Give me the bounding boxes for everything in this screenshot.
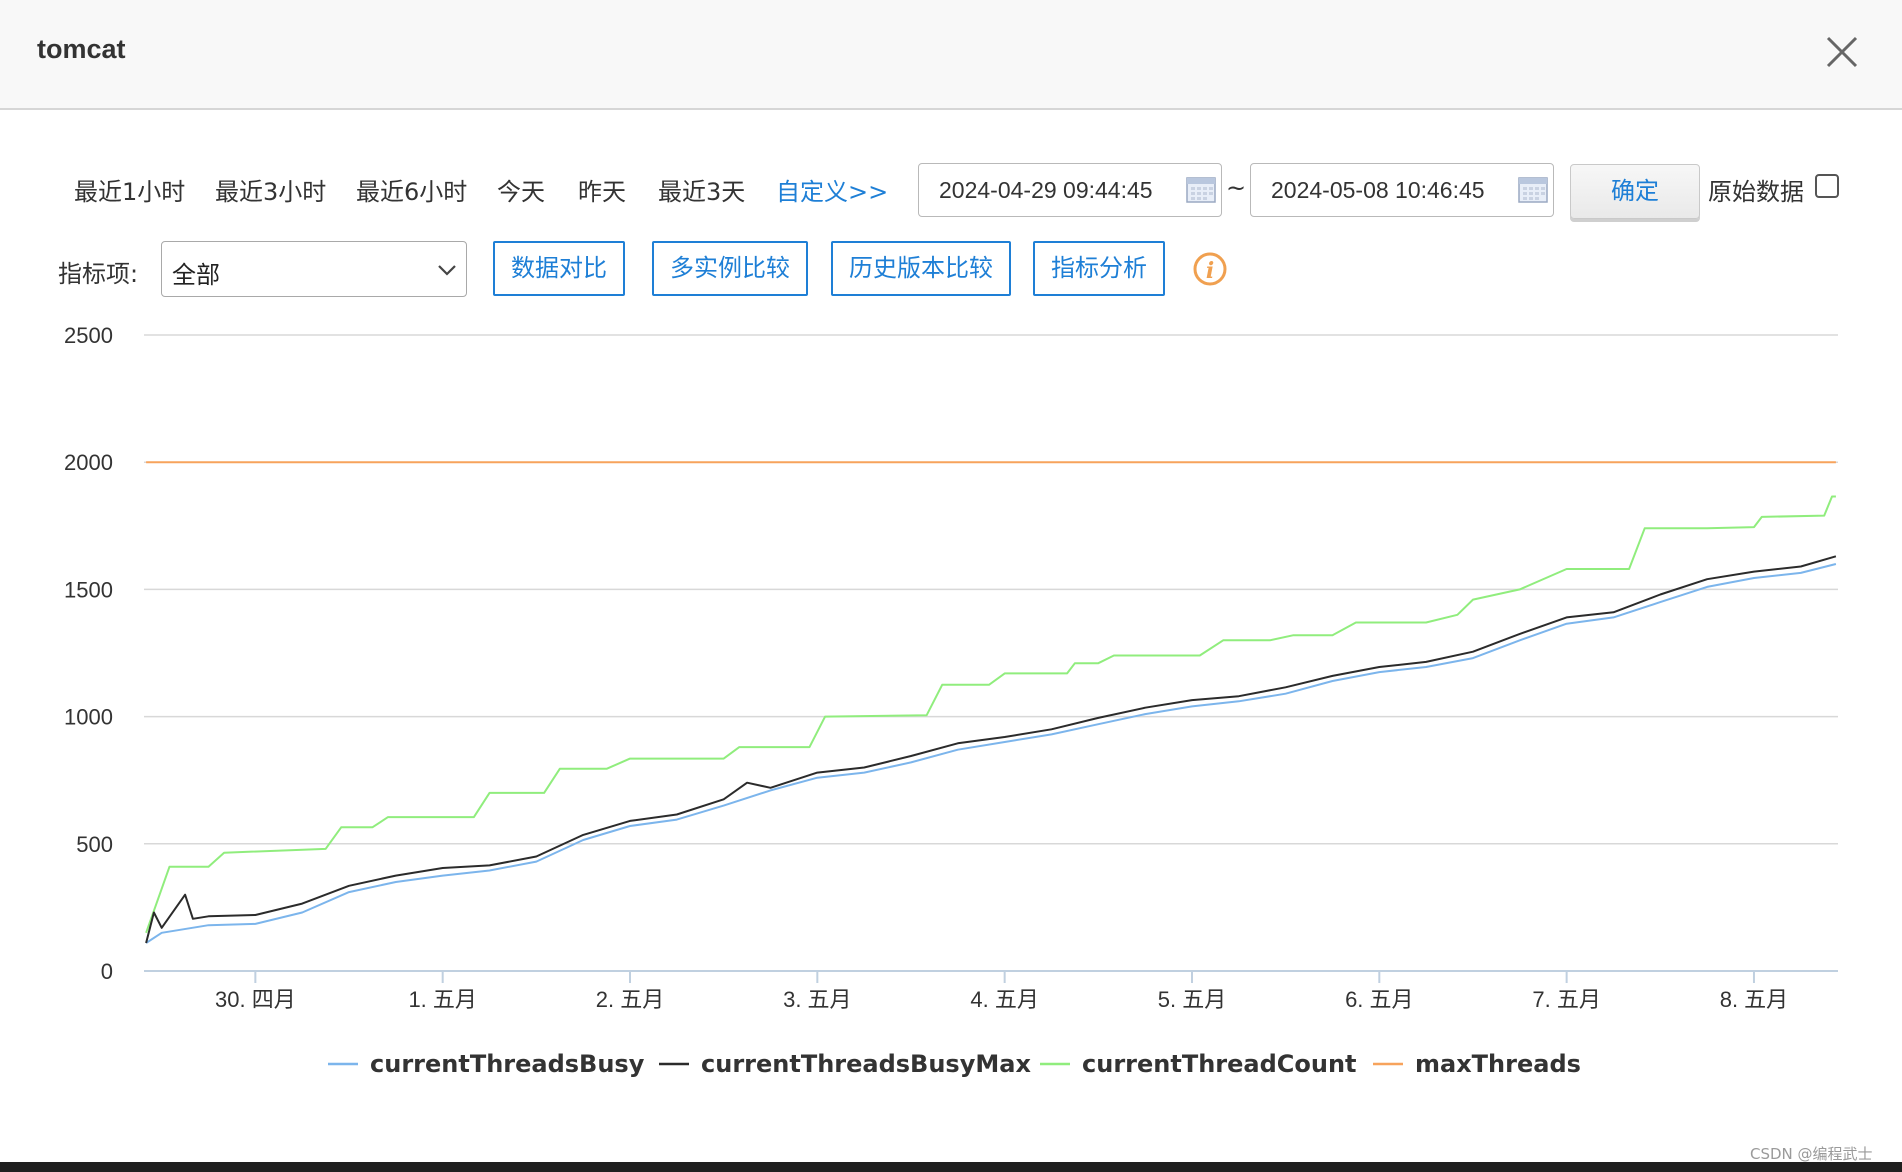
metric-label: 指标项: — [58, 260, 139, 288]
svg-text:i: i — [1206, 258, 1214, 284]
x-tick-label: 6. 五月 — [1345, 987, 1413, 1012]
start-time-value: 2024-04-29 09:44:45 — [939, 177, 1153, 203]
range-custom-link[interactable]: 自定义>> — [776, 172, 888, 207]
x-tick-label: 2. 五月 — [596, 987, 664, 1012]
calendar-icon[interactable] — [1185, 174, 1217, 204]
confirm-button[interactable]: 确定 — [1570, 164, 1700, 219]
y-tick-label: 500 — [76, 832, 113, 857]
info-icon[interactable]: i — [1192, 251, 1228, 287]
series-line-currentThreadCount — [145, 495, 1836, 934]
end-time-value: 2024-05-08 10:46:45 — [1271, 177, 1485, 203]
data-compare-button[interactable]: 数据对比 — [493, 241, 625, 296]
end-time-input[interactable]: 2024-05-08 10:46:45 — [1250, 163, 1554, 217]
range-last-1h[interactable]: 最近1小时 — [74, 172, 185, 207]
metric-analysis-button[interactable]: 指标分析 — [1033, 241, 1165, 296]
y-tick-label: 0 — [101, 959, 113, 984]
calendar-icon[interactable] — [1517, 174, 1549, 204]
range-last-3h[interactable]: 最近3小时 — [215, 172, 326, 207]
chevron-down-icon — [438, 265, 456, 276]
close-icon[interactable] — [1822, 32, 1862, 72]
range-last-3d[interactable]: 最近3天 — [658, 172, 745, 207]
series-line-currentThreadsBusy — [145, 563, 1837, 944]
y-tick-label: 1000 — [64, 705, 113, 730]
legend-item-currentThreadsBusy: currentThreadsBusy — [370, 1050, 645, 1078]
dialog-title: tomcat — [37, 34, 126, 64]
threads-chart: 0 500 1000 1500 2000 2500 30. 四月 1. 五月 2. 五月 3. 五… — [64, 323, 1838, 1078]
x-tick-label: 5. 五月 — [1158, 987, 1226, 1012]
metric-select-value: 全部 — [172, 261, 220, 289]
legend-item-currentThreadCount: currentThreadCount — [1082, 1050, 1357, 1078]
start-time-input[interactable]: 2024-04-29 09:44:45 — [918, 163, 1222, 217]
range-today[interactable]: 今天 — [497, 172, 545, 207]
x-tick-label: 8. 五月 — [1720, 987, 1788, 1012]
watermark: CSDN @编程武士 — [1750, 1145, 1873, 1162]
legend-item-maxThreads: maxThreads — [1415, 1050, 1581, 1078]
y-tick-label: 1500 — [64, 577, 113, 602]
y-tick-label: 2000 — [64, 450, 113, 475]
x-tick-label: 7. 五月 — [1532, 987, 1600, 1012]
x-tick-label: 3. 五月 — [783, 987, 851, 1012]
x-tick-label: 4. 五月 — [970, 987, 1038, 1012]
multi-instance-compare-button[interactable]: 多实例比较 — [652, 241, 808, 296]
raw-data-checkbox[interactable] — [1815, 174, 1839, 198]
history-version-compare-button[interactable]: 历史版本比较 — [831, 241, 1011, 296]
y-tick-label: 2500 — [64, 323, 113, 348]
date-separator: ~ — [1226, 174, 1247, 202]
legend-item-currentThreadsBusyMax: currentThreadsBusyMax — [701, 1050, 1031, 1078]
series-line-currentThreadsBusyMax — [145, 555, 1837, 944]
x-tick-label: 30. 四月 — [215, 987, 296, 1012]
dialog: tomcat 最近1小时 最近3小时 最近6小时 今天 昨天 最近3天 自定义>… — [0, 0, 1902, 1162]
metric-select[interactable]: 全部 — [161, 241, 467, 297]
range-yesterday[interactable]: 昨天 — [578, 172, 626, 207]
raw-data-label: 原始数据 — [1708, 178, 1804, 206]
range-last-6h[interactable]: 最近6小时 — [356, 172, 467, 207]
x-tick-label: 1. 五月 — [408, 987, 476, 1012]
dialog-header: tomcat — [0, 0, 1902, 110]
